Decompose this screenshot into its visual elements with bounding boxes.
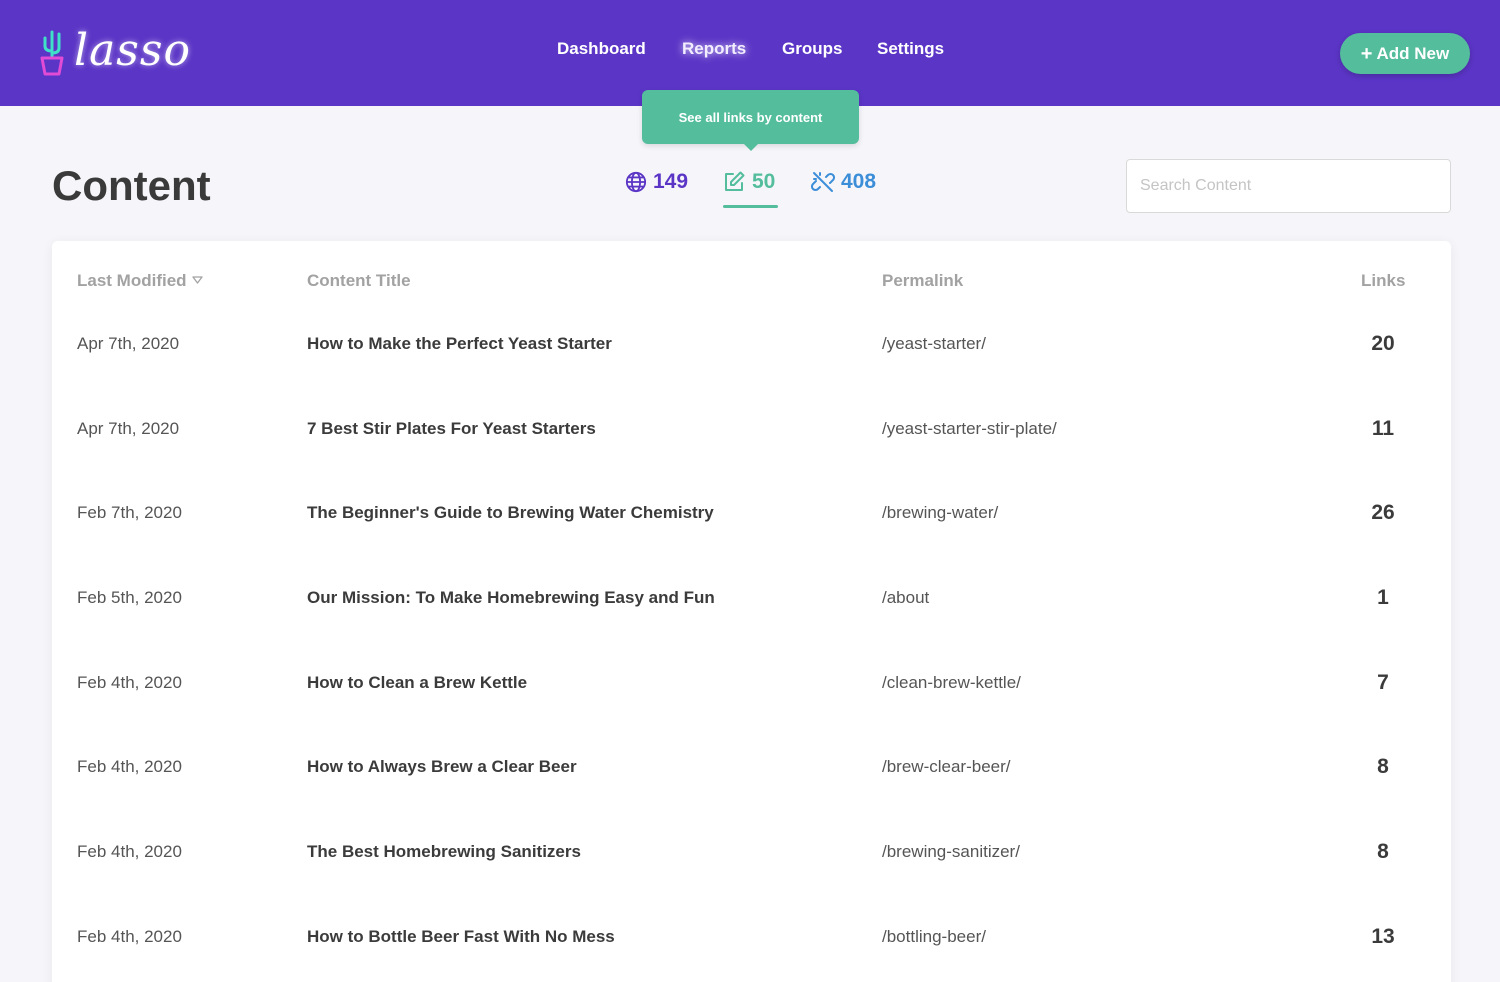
row-title[interactable]: How to Make the Perfect Yeast Starter [307, 333, 612, 355]
row-title[interactable]: The Best Homebrewing Sanitizers [307, 841, 581, 863]
page-title: Content [52, 162, 211, 209]
plus-icon: + [1360, 42, 1373, 65]
tooltip-text: See all links by content [678, 109, 823, 125]
row-link-count[interactable]: 13 [1343, 926, 1423, 948]
row-title[interactable]: How to Always Brew a Clear Beer [307, 756, 577, 778]
table-row[interactable]: Feb 4th, 2020 How to Always Brew a Clear… [52, 756, 1451, 840]
row-permalink[interactable]: /bottling-beer/ [882, 926, 986, 948]
stat-links[interactable]: 408 [811, 170, 876, 194]
sort-down-icon [191, 276, 203, 284]
stat-links-value: 408 [841, 170, 877, 193]
row-date: Feb 4th, 2020 [77, 927, 182, 946]
column-header-permalink[interactable]: Permalink [882, 271, 963, 291]
row-link-count[interactable]: 26 [1343, 502, 1423, 524]
stat-sites[interactable]: 149 [625, 170, 688, 194]
stat-content-value: 50 [752, 170, 776, 193]
row-date: Apr 7th, 2020 [77, 419, 180, 438]
main-nav: Dashboard Reports Groups Settings [0, 39, 1500, 63]
row-date: Apr 7th, 2020 [77, 334, 180, 353]
stat-content[interactable]: 50 [722, 170, 775, 194]
table-row[interactable]: Feb 4th, 2020 How to Clean a Brew Kettle… [52, 672, 1451, 756]
row-date: Feb 4th, 2020 [77, 757, 182, 776]
row-title[interactable]: 7 Best Stir Plates For Yeast Starters [307, 418, 596, 440]
row-permalink[interactable]: /about [882, 587, 929, 609]
globe-icon [625, 171, 647, 193]
nav-settings[interactable]: Settings [877, 39, 944, 59]
row-link-count[interactable]: 11 [1343, 418, 1423, 440]
search-content-input[interactable] [1126, 159, 1451, 213]
column-header-content-title[interactable]: Content Title [307, 271, 411, 291]
row-link-count[interactable]: 8 [1343, 841, 1423, 863]
row-link-count[interactable]: 1 [1343, 587, 1423, 609]
row-title[interactable]: The Beginner's Guide to Brewing Water Ch… [307, 502, 714, 524]
active-stat-underline [723, 205, 778, 208]
row-date: Feb 4th, 2020 [77, 673, 182, 692]
row-date: Feb 7th, 2020 [77, 503, 182, 522]
row-title[interactable]: How to Bottle Beer Fast With No Mess [307, 926, 615, 948]
row-link-count[interactable]: 8 [1343, 756, 1423, 778]
column-header-last-modified[interactable]: Last Modified [77, 271, 203, 291]
row-permalink[interactable]: /brew-clear-beer/ [882, 756, 1011, 778]
row-date: Feb 5th, 2020 [77, 588, 182, 607]
row-permalink[interactable]: /clean-brew-kettle/ [882, 672, 1021, 694]
nav-reports[interactable]: Reports [682, 39, 746, 59]
column-header-links[interactable]: Links [1361, 271, 1405, 291]
table-row[interactable]: Feb 7th, 2020 The Beginner's Guide to Br… [52, 502, 1451, 586]
row-permalink[interactable]: /yeast-starter-stir-plate/ [882, 418, 1057, 440]
row-title[interactable]: Our Mission: To Make Homebrewing Easy an… [307, 587, 715, 609]
broken-link-icon [811, 172, 835, 192]
row-date: Feb 4th, 2020 [77, 842, 182, 861]
nav-dashboard[interactable]: Dashboard [557, 39, 646, 59]
table-row[interactable]: Feb 4th, 2020 The Best Homebrewing Sanit… [52, 841, 1451, 925]
table-row[interactable]: Feb 4th, 2020 How to Bottle Beer Fast Wi… [52, 926, 1451, 982]
row-permalink[interactable]: /yeast-starter/ [882, 333, 986, 355]
table-row[interactable]: Apr 7th, 2020 How to Make the Perfect Ye… [52, 333, 1451, 417]
content-tooltip: See all links by content [642, 90, 859, 151]
add-new-label: Add New [1376, 43, 1450, 63]
table-row[interactable]: Feb 5th, 2020 Our Mission: To Make Homeb… [52, 587, 1451, 671]
stat-sites-value: 149 [653, 170, 689, 193]
row-title[interactable]: How to Clean a Brew Kettle [307, 672, 527, 694]
edit-icon [725, 171, 745, 191]
table-row[interactable]: Apr 7th, 2020 7 Best Stir Plates For Yea… [52, 418, 1451, 502]
row-link-count[interactable]: 7 [1343, 672, 1423, 694]
row-permalink[interactable]: /brewing-water/ [882, 502, 998, 524]
column-header-label: Last Modified [77, 271, 187, 290]
add-new-button[interactable]: + Add New [1340, 33, 1470, 74]
row-permalink[interactable]: /brewing-sanitizer/ [882, 841, 1020, 863]
row-link-count[interactable]: 20 [1343, 333, 1423, 355]
nav-groups[interactable]: Groups [782, 39, 842, 59]
